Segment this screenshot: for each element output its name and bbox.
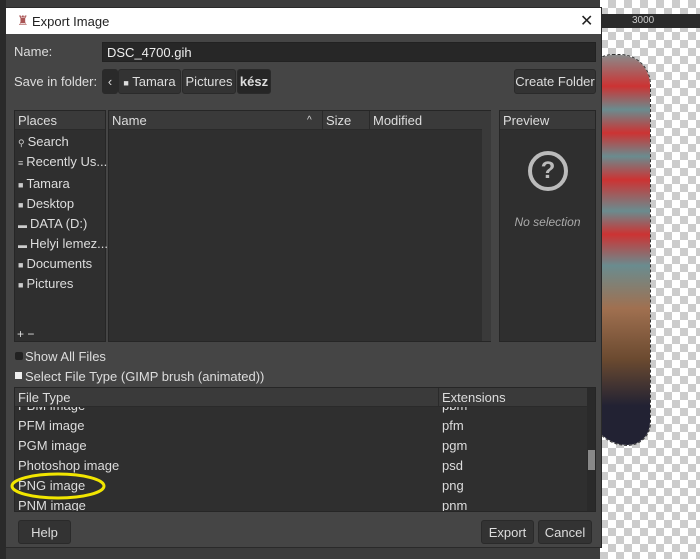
place-item[interactable]: ■ Documents xyxy=(18,255,92,273)
create-folder-button[interactable]: Create Folder xyxy=(514,69,596,94)
remove-place-button[interactable]: − xyxy=(27,327,34,341)
place-item[interactable]: ■ Tamara xyxy=(18,175,70,193)
name-label: Name: xyxy=(14,44,53,59)
ruler: 3000 xyxy=(600,14,700,28)
save-folder-label: Save in folder: xyxy=(14,74,98,89)
place-label: Tamara xyxy=(26,176,70,191)
file-type-name: PFM image xyxy=(18,418,85,433)
breadcrumb-kesz[interactable]: kész xyxy=(237,69,271,94)
col-extensions[interactable]: Extensions xyxy=(438,388,506,407)
place-label: Documents xyxy=(26,256,93,271)
col-modified[interactable]: Modified xyxy=(369,111,482,130)
folder-icon: ■ xyxy=(123,78,129,88)
file-type-row[interactable]: PFM image pfm xyxy=(15,416,587,436)
highlight-ellipse xyxy=(10,472,106,500)
place-label: DATA (D:) xyxy=(30,216,88,231)
scrollbar-thumb[interactable] xyxy=(588,450,595,470)
select-file-type-expander[interactable]: Select File Type (GIMP brush (animated)) xyxy=(25,369,264,384)
file-type-name: PGM image xyxy=(18,438,87,453)
export-image-dialog: ♜ Export Image ✕ Name: DSC_4700.gih Save… xyxy=(5,7,602,548)
collapse-icon[interactable] xyxy=(15,372,22,379)
place-item[interactable]: ⚲ Search xyxy=(18,133,69,151)
drive-icon: ▬ xyxy=(18,220,27,230)
col-name[interactable]: Name xyxy=(112,113,147,128)
close-icon[interactable]: ✕ xyxy=(580,11,593,31)
recent-icon: ≡ xyxy=(18,158,24,168)
question-icon: ? xyxy=(528,151,568,191)
file-type-ext: png xyxy=(442,478,464,493)
place-label: Helyi lemez... xyxy=(30,236,109,251)
show-all-files-label[interactable]: Show All Files xyxy=(25,349,106,364)
name-input[interactable]: DSC_4700.gih xyxy=(102,42,596,62)
cancel-button[interactable]: Cancel xyxy=(538,520,592,544)
folder-icon: ■ xyxy=(18,260,24,270)
dialog-title: Export Image xyxy=(32,14,110,29)
breadcrumb-back-button[interactable]: ‹ xyxy=(102,69,118,94)
preview-empty-text: No selection xyxy=(514,215,581,229)
place-item[interactable]: ▬ DATA (D:) xyxy=(18,215,87,233)
file-type-ext: psd xyxy=(442,458,463,473)
file-type-row[interactable]: PGM image pgm xyxy=(15,436,587,456)
preview-header: Preview xyxy=(500,111,595,130)
folder-icon: ■ xyxy=(18,280,24,290)
breadcrumb-tamara[interactable]: ■ Tamara xyxy=(118,69,181,94)
places-header: Places xyxy=(15,111,105,130)
folder-icon: ■ xyxy=(18,200,24,210)
place-item[interactable]: ■ Desktop xyxy=(18,195,74,213)
add-place-button[interactable]: + xyxy=(17,327,24,341)
breadcrumb-pictures[interactable]: Pictures xyxy=(182,69,236,94)
file-list[interactable]: Name ^ Size Modified xyxy=(108,110,491,342)
place-label: Search xyxy=(27,134,69,149)
place-item[interactable]: ▬ Helyi lemez... xyxy=(18,235,108,253)
file-type-scrollbar[interactable] xyxy=(587,388,595,511)
show-all-files-checkbox[interactable] xyxy=(15,352,23,360)
search-icon: ⚲ xyxy=(18,138,25,148)
places-panel: Places ⚲ Search ≡ Recently Us... ■ Tamara ■ Des… xyxy=(14,110,108,342)
help-button[interactable]: Help xyxy=(18,520,71,544)
place-label: Recently Us... xyxy=(26,154,108,169)
file-type-ext: pfm xyxy=(442,418,464,433)
place-item[interactable]: ≡ Recently Us... xyxy=(18,153,107,171)
file-type-ext: pgm xyxy=(442,438,468,453)
place-item[interactable]: ■ Pictures xyxy=(18,275,73,293)
gimp-icon: ♜ xyxy=(17,13,29,28)
file-list-scrollbar[interactable] xyxy=(482,111,491,341)
file-type-header: File Type Extensions xyxy=(15,388,587,407)
folder-icon: ■ xyxy=(18,180,24,190)
breadcrumb-label: Tamara xyxy=(132,74,176,89)
preview-panel: Preview ? No selection xyxy=(499,110,596,342)
title-bar: ♜ Export Image ✕ xyxy=(6,8,601,34)
col-file-type[interactable]: File Type xyxy=(18,390,71,405)
file-type-ext: pnm xyxy=(442,498,468,512)
drive-icon: ▬ xyxy=(18,240,27,250)
file-list-header: Name ^ Size Modified xyxy=(109,111,490,130)
col-size[interactable]: Size xyxy=(322,111,351,130)
ruler-label: 3000 xyxy=(632,15,655,26)
sort-ascending-icon: ^ xyxy=(307,115,312,126)
place-label: Desktop xyxy=(26,196,75,211)
export-button[interactable]: Export xyxy=(481,520,534,544)
place-label: Pictures xyxy=(26,276,74,291)
